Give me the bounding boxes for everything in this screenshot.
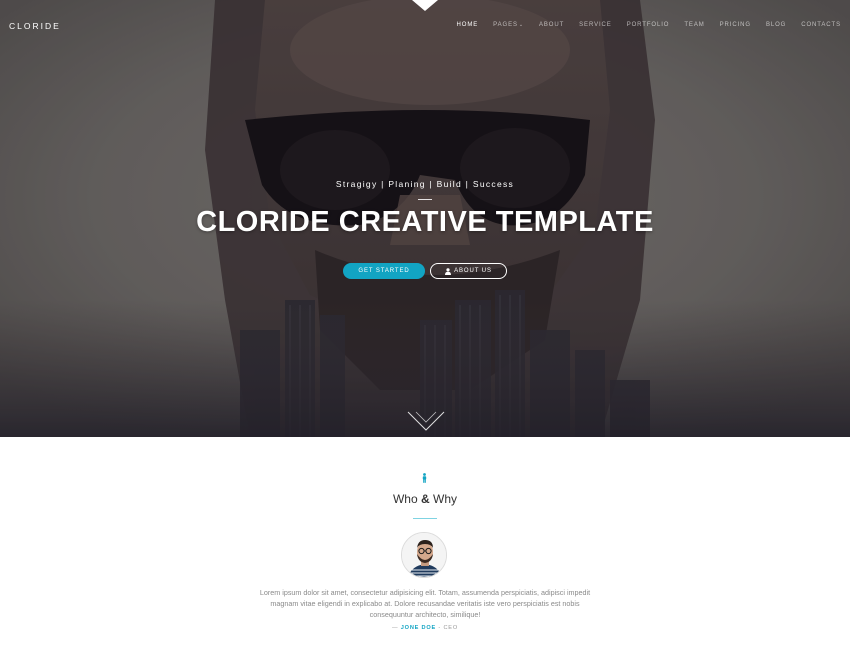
user-icon (445, 267, 452, 275)
get-started-label: GET STARTED (358, 268, 410, 274)
nav-item-team[interactable]: TEAM (684, 22, 704, 28)
title-divider (413, 518, 437, 519)
about-us-button[interactable]: ABOUT US (430, 263, 507, 279)
get-started-button[interactable]: GET STARTED (343, 263, 425, 279)
site-logo[interactable]: CLORIDE (9, 21, 61, 31)
nav-item-blog[interactable]: BLOG (766, 22, 786, 28)
testimonial-author: — JONE DOE - CEO (0, 625, 850, 631)
nav-item-label: CONTACTS (801, 22, 841, 28)
author-role: - CEO (436, 625, 458, 631)
main-nav: HOME PAGES ⌄ ABOUT SERVICE PORTFOLIO TEAM… (442, 22, 841, 28)
nav-item-service[interactable]: SERVICE (579, 22, 612, 28)
scroll-down-icon[interactable] (407, 410, 445, 432)
nav-item-label: BLOG (765, 22, 787, 28)
avatar-image (402, 533, 446, 577)
nav-item-label: SERVICE (579, 22, 612, 28)
nav-item-about[interactable]: ABOUT (539, 22, 564, 28)
nav-item-contacts[interactable]: CONTACTS (801, 22, 841, 28)
nav-item-label: PAGES (493, 22, 518, 28)
hero-section: CLORIDE HOME PAGES ⌄ ABOUT SERVICE PORTFO… (0, 0, 850, 437)
tagline-divider (418, 199, 432, 200)
nav-item-home[interactable]: HOME (457, 22, 479, 28)
nav-item-label: TEAM (684, 22, 705, 28)
nav-item-pricing[interactable]: PRICING (720, 22, 751, 28)
hero-title: CLORIDE CREATIVE TEMPLATE (196, 206, 654, 238)
nav-item-label: ABOUT (538, 22, 565, 28)
hero-tagline: Stragigy | Planing | Build | Success (335, 179, 515, 189)
nav-item-pages[interactable]: PAGES ⌄ (493, 22, 524, 28)
section-title: Who & Why (0, 492, 850, 506)
nav-item-portfolio[interactable]: PORTFOLIO (627, 22, 670, 28)
chevron-down-icon: ⌄ (518, 22, 524, 28)
about-us-label: ABOUT US (454, 268, 492, 274)
section-title-left: Who (392, 492, 421, 506)
testimonial-quote: Lorem ipsum dolor sit amet, consectetur … (259, 588, 591, 620)
section-title-amp: & (421, 492, 430, 506)
author-name: JONE DOE (400, 625, 437, 631)
nav-item-label: PORTFOLIO (626, 22, 670, 28)
top-notch-decoration (412, 0, 438, 11)
nav-item-label: HOME (456, 22, 479, 28)
avatar (401, 532, 447, 578)
person-icon (422, 473, 427, 483)
nav-item-label: PRICING (719, 22, 751, 28)
author-prefix: — (392, 625, 401, 631)
section-title-right: Why (429, 492, 458, 506)
